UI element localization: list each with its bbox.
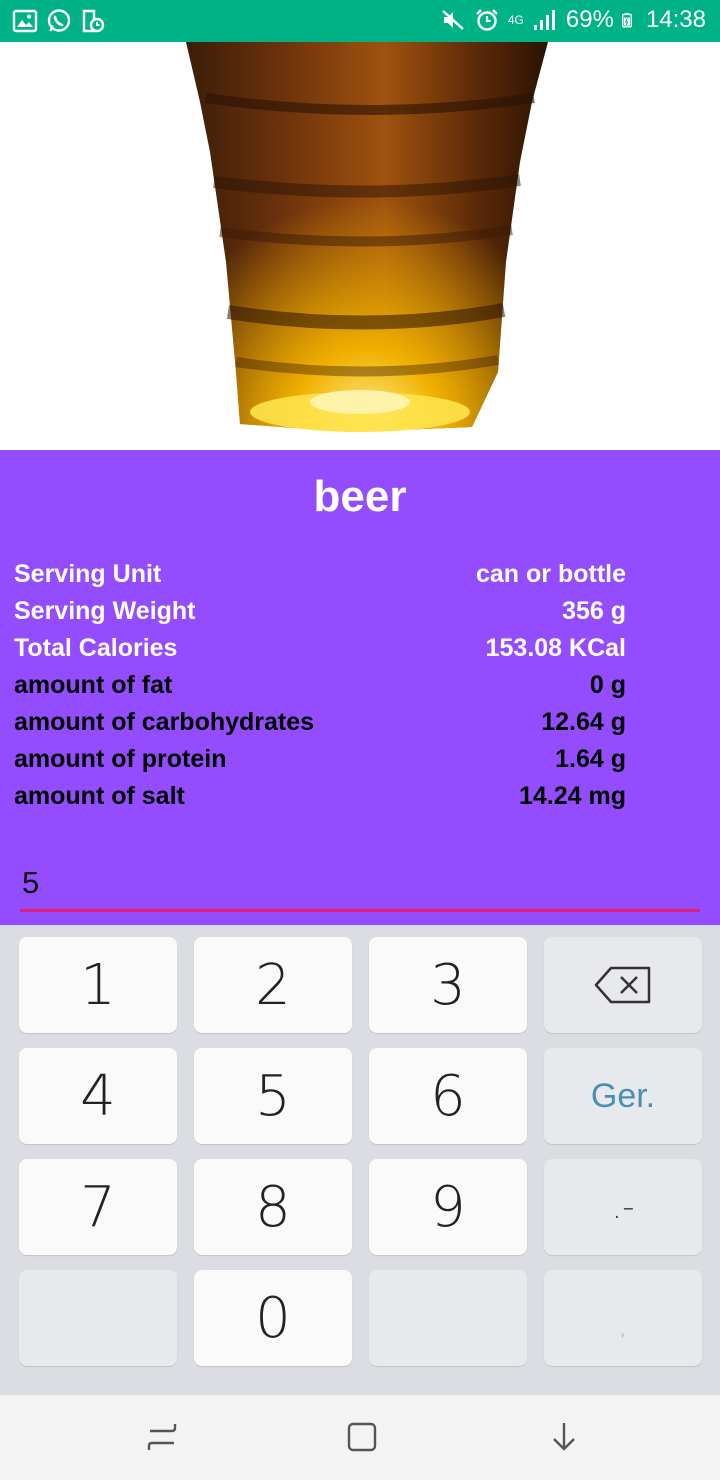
- nutrient-row-carbohydrates: amount of carbohydrates 12.64 g: [14, 705, 626, 742]
- nutrient-value: can or bottle: [475, 560, 626, 588]
- nutrient-list: Serving Unit can or bottle Serving Weigh…: [14, 557, 626, 816]
- back-icon: [553, 1423, 575, 1451]
- backspace-key[interactable]: [544, 937, 702, 1033]
- key-1[interactable]: 1: [19, 937, 177, 1033]
- key-7[interactable]: 7: [19, 1159, 177, 1255]
- status-bar: 4G 69% 14:38: [0, 0, 720, 42]
- comma-key[interactable]: ,: [544, 1270, 702, 1366]
- nutrient-value: 12.64 g: [541, 708, 626, 736]
- nutrient-label: Total Calories: [14, 634, 178, 662]
- key-3[interactable]: 3: [369, 937, 527, 1033]
- nutrient-value: 1.64 g: [555, 745, 626, 773]
- nutrient-value: 153.08 KCal: [485, 634, 626, 662]
- whatsapp-icon: [47, 9, 71, 32]
- empty-key-left[interactable]: [19, 1270, 177, 1366]
- key-8[interactable]: 8: [194, 1159, 352, 1255]
- gallery-icon: [12, 9, 38, 33]
- key-0[interactable]: 0: [194, 1270, 352, 1366]
- clock-time: 14:38: [645, 6, 706, 33]
- nutrient-row-total-calories: Total Calories 153.08 KCal: [14, 631, 626, 668]
- quantity-input[interactable]: [20, 860, 700, 906]
- battery-percent: 69%: [565, 6, 614, 33]
- back-button[interactable]: [542, 1417, 586, 1457]
- key-9[interactable]: 9: [369, 1159, 527, 1255]
- nutrient-row-protein: amount of protein 1.64 g: [14, 742, 626, 779]
- nutrient-label: amount of salt: [14, 782, 185, 810]
- nutrient-value: 356 g: [562, 597, 626, 625]
- product-image-area: [0, 42, 720, 450]
- nutrient-row-fat: amount of fat 0 g: [14, 668, 626, 705]
- nutrient-value: 0 g: [589, 671, 626, 699]
- quantity-field[interactable]: [20, 860, 700, 912]
- numeric-keyboard: 1 2 3 4 5 6 Ger. 7 8 9 .- 0 ,: [0, 925, 720, 1395]
- nutrient-label: amount of protein: [14, 745, 227, 773]
- nutrient-row-serving-weight: Serving Weight 356 g: [14, 594, 626, 631]
- nutrient-label: amount of fat: [14, 671, 173, 699]
- clock-file-icon: [82, 9, 105, 33]
- dot-minus-key[interactable]: .-: [544, 1159, 702, 1255]
- nutrient-row-salt: amount of salt 14.24 mg: [14, 779, 626, 816]
- backspace-icon: [594, 966, 651, 1004]
- nutrient-label: Serving Weight: [14, 597, 196, 625]
- signal-icon: [533, 10, 555, 30]
- battery-icon: [621, 12, 632, 28]
- alarm-icon: [476, 9, 498, 31]
- key-4[interactable]: 4: [19, 1048, 177, 1144]
- nutrient-label: amount of carbohydrates: [14, 708, 315, 736]
- nutrient-value: 14.24 mg: [518, 782, 626, 810]
- nutrient-label: Serving Unit: [14, 560, 162, 588]
- empty-key-middle[interactable]: [369, 1270, 527, 1366]
- navigation-bar: [0, 1395, 720, 1480]
- nutrient-row-serving-unit: Serving Unit can or bottle: [14, 557, 626, 594]
- recent-apps-icon: [147, 1424, 177, 1450]
- key-2[interactable]: 2: [194, 937, 352, 1033]
- home-icon: [347, 1422, 377, 1452]
- key-6[interactable]: 6: [369, 1048, 527, 1144]
- enter-key[interactable]: Ger.: [544, 1048, 702, 1144]
- food-title: beer: [313, 472, 407, 521]
- key-5[interactable]: 5: [194, 1048, 352, 1144]
- mute-icon: [442, 10, 464, 30]
- beer-cup-image: [186, 42, 548, 432]
- home-button[interactable]: [340, 1417, 384, 1457]
- status-bar-right: 4G 69% 14:38: [440, 6, 706, 34]
- network-type: 4G: [507, 13, 524, 27]
- recent-apps-button[interactable]: [140, 1417, 184, 1457]
- nutrition-panel: beer Serving Unit can or bottle Serving …: [0, 450, 720, 925]
- status-bar-left: [12, 8, 106, 34]
